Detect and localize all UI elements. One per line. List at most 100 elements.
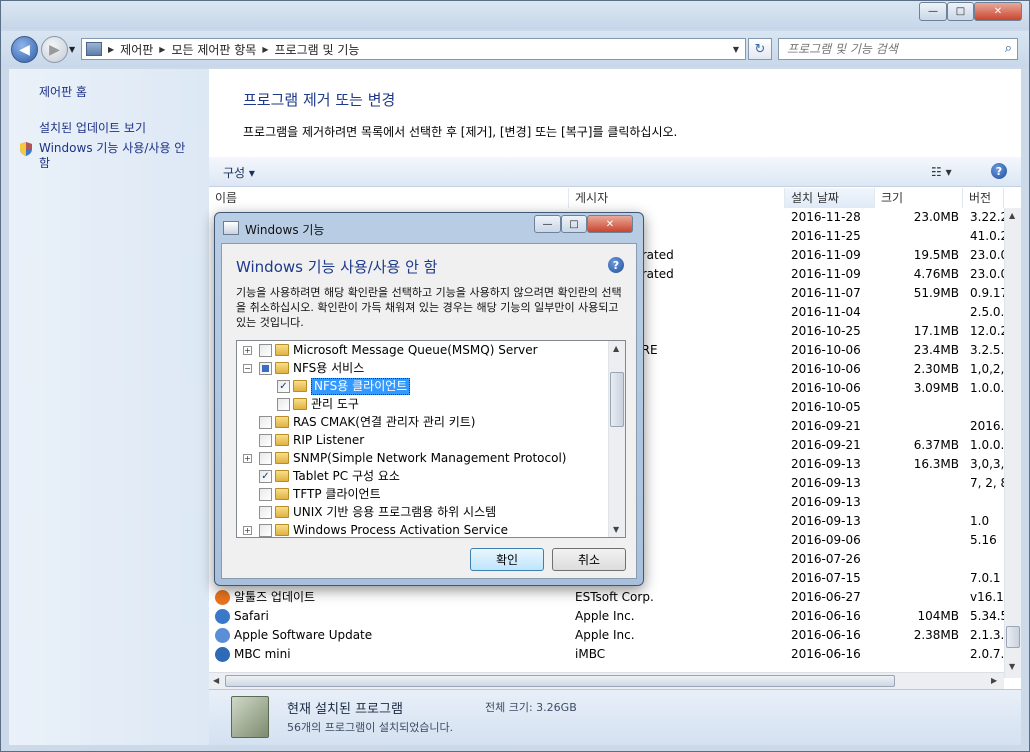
feature-item[interactable]: UNIX 기반 응용 프로그램용 하위 시스템	[237, 503, 609, 521]
feature-checkbox[interactable]	[259, 362, 272, 375]
feature-item[interactable]: + SNMP(Simple Network Management Protocol…	[237, 449, 609, 467]
expand-icon[interactable]: +	[243, 526, 252, 535]
scrollbar-thumb[interactable]	[610, 372, 624, 427]
search-icon[interactable]: ⌕	[1005, 41, 1012, 56]
feature-label[interactable]: 관리 도구	[311, 395, 359, 413]
minimize-button[interactable]: —	[919, 2, 947, 21]
feature-label[interactable]: TFTP 클라이언트	[293, 485, 381, 503]
expand-icon[interactable]: +	[243, 346, 252, 355]
table-row[interactable]: 알툴즈 업데이트 ESTsoft Corp. 2016-06-27 v16.1	[209, 588, 1004, 607]
search-box[interactable]: ⌕	[778, 38, 1018, 60]
feature-checkbox[interactable]	[259, 524, 272, 537]
scroll-left-icon[interactable]: ◀	[213, 676, 219, 685]
column-header-version[interactable]: 버전	[963, 188, 1004, 208]
folder-icon	[275, 452, 289, 464]
forward-button[interactable]: ▶	[41, 36, 68, 63]
chevron-right-icon[interactable]: ▶	[262, 45, 268, 54]
back-button[interactable]: ◀	[11, 36, 38, 63]
ok-button[interactable]: 확인	[470, 548, 544, 571]
feature-checkbox[interactable]: ✓	[277, 380, 290, 393]
program-size-cell: 19.5MB	[913, 248, 959, 262]
program-icon	[215, 647, 230, 662]
table-row[interactable]: MBC mini iMBC 2016-06-16 2.0.7.5	[209, 645, 1006, 664]
feature-item[interactable]: + Microsoft Message Queue(MSMQ) Server	[237, 341, 609, 359]
expand-icon[interactable]: +	[243, 454, 252, 463]
feature-label[interactable]: NFS용 클라이언트	[311, 377, 411, 395]
table-row[interactable]: Apple Software Update Apple Inc. 2016-06-1…	[209, 626, 1006, 645]
close-button[interactable]: ✕	[974, 2, 1022, 21]
feature-label[interactable]: UNIX 기반 응용 프로그램용 하위 시스템	[293, 503, 496, 521]
chevron-right-icon[interactable]: ▶	[159, 45, 165, 54]
help-icon[interactable]: ?	[608, 257, 624, 273]
feature-item[interactable]: RAS CMAK(연결 관리자 관리 키트)	[237, 413, 609, 431]
feature-label[interactable]: RIP Listener	[293, 431, 364, 449]
feature-item[interactable]: ✓ NFS용 클라이언트	[237, 377, 609, 395]
feature-label[interactable]: Tablet PC 구성 요소	[293, 467, 400, 485]
feature-checkbox[interactable]: ✓	[259, 470, 272, 483]
feature-label[interactable]: SNMP(Simple Network Management Protocol)	[293, 449, 566, 467]
organize-button[interactable]: 구성 ▾	[223, 164, 255, 181]
program-date-cell: 2016-06-27	[791, 590, 861, 604]
column-header-size[interactable]: 크기	[875, 188, 963, 208]
vertical-scrollbar[interactable]: ▲ ▼	[1004, 208, 1021, 678]
control-panel-home-link[interactable]: 제어판 홈	[39, 83, 87, 100]
feature-label[interactable]: RAS CMAK(연결 관리자 관리 키트)	[293, 413, 475, 431]
collapse-icon[interactable]: −	[243, 364, 252, 373]
feature-checkbox[interactable]	[259, 452, 272, 465]
command-bar: 구성 ▾ ☷ ▾ ?	[209, 157, 1021, 187]
dialog-maximize-button[interactable]: □	[561, 215, 587, 233]
program-version-cell: 1,0,2,1	[970, 362, 1006, 376]
column-header-publisher[interactable]: 게시자	[569, 188, 785, 208]
feature-checkbox[interactable]	[259, 506, 272, 519]
breadcrumb-all-items[interactable]: 모든 제어판 항목	[171, 41, 256, 58]
feature-label[interactable]: Windows Process Activation Service	[293, 521, 508, 537]
feature-label[interactable]: NFS용 서비스	[293, 359, 364, 377]
feature-item[interactable]: TFTP 클라이언트	[237, 485, 609, 503]
feature-item[interactable]: 관리 도구	[237, 395, 609, 413]
maximize-button[interactable]: □	[947, 2, 974, 21]
chevron-down-icon[interactable]: ▼	[733, 45, 739, 54]
address-bar[interactable]: ▶ 제어판 ▶ 모든 제어판 항목 ▶ 프로그램 및 기능 ▼	[81, 38, 746, 60]
view-options-button[interactable]: ☷ ▾	[931, 165, 952, 179]
left-task-pane: 제어판 홈 설치된 업데이트 보기 Windows 기능 사용/사용 안 함	[9, 69, 209, 745]
cancel-button[interactable]: 취소	[552, 548, 626, 571]
scroll-down-icon[interactable]: ▼	[1009, 662, 1015, 671]
scrollbar-thumb[interactable]	[225, 675, 895, 687]
shield-icon	[20, 142, 32, 156]
table-row[interactable]: Safari Apple Inc. 2016-06-16 104MB 5.34.5	[209, 607, 1006, 626]
feature-checkbox[interactable]	[259, 344, 272, 357]
feature-item[interactable]: RIP Listener	[237, 431, 609, 449]
feature-checkbox[interactable]	[259, 416, 272, 429]
search-input[interactable]	[779, 39, 989, 59]
program-publisher-cell: iMBC	[575, 647, 606, 661]
feature-checkbox[interactable]	[259, 434, 272, 447]
column-header-install-date[interactable]: 설치 날짜	[785, 188, 875, 208]
scroll-up-icon[interactable]: ▲	[1009, 211, 1015, 220]
program-name-cell: Safari	[215, 607, 569, 626]
feature-label[interactable]: Microsoft Message Queue(MSMQ) Server	[293, 341, 538, 359]
feature-checkbox[interactable]	[277, 398, 290, 411]
breadcrumb-control-panel[interactable]: 제어판	[120, 41, 153, 58]
windows-features-link[interactable]: Windows 기능 사용/사용 안 함	[39, 141, 199, 171]
recent-pages-dropdown[interactable]: ▼	[69, 45, 75, 54]
scrollbar-thumb[interactable]	[1006, 626, 1020, 648]
program-date-cell: 2016-11-09	[791, 248, 861, 262]
dialog-minimize-button[interactable]: —	[534, 215, 561, 233]
horizontal-scrollbar[interactable]: ◀ ▶	[209, 672, 1004, 689]
view-installed-updates-link[interactable]: 설치된 업데이트 보기	[39, 119, 146, 136]
feature-item[interactable]: + Windows Process Activation Service	[237, 521, 609, 537]
help-icon[interactable]: ?	[991, 163, 1007, 179]
scroll-down-icon[interactable]: ▼	[613, 525, 619, 534]
feature-checkbox[interactable]	[259, 488, 272, 501]
scroll-right-icon[interactable]: ▶	[991, 676, 997, 685]
tree-scrollbar[interactable]: ▲ ▼	[608, 341, 625, 537]
breadcrumb-programs[interactable]: 프로그램 및 기능	[275, 41, 360, 58]
chevron-right-icon[interactable]: ▶	[108, 45, 114, 54]
scroll-up-icon[interactable]: ▲	[613, 344, 619, 353]
refresh-button[interactable]: ↻	[748, 38, 772, 60]
dialog-close-button[interactable]: ✕	[587, 215, 633, 233]
column-header-name[interactable]: 이름	[209, 188, 569, 208]
feature-item[interactable]: ✓ Tablet PC 구성 요소	[237, 467, 609, 485]
feature-item[interactable]: − NFS용 서비스	[237, 359, 609, 377]
program-size-cell: 16.3MB	[913, 457, 959, 471]
